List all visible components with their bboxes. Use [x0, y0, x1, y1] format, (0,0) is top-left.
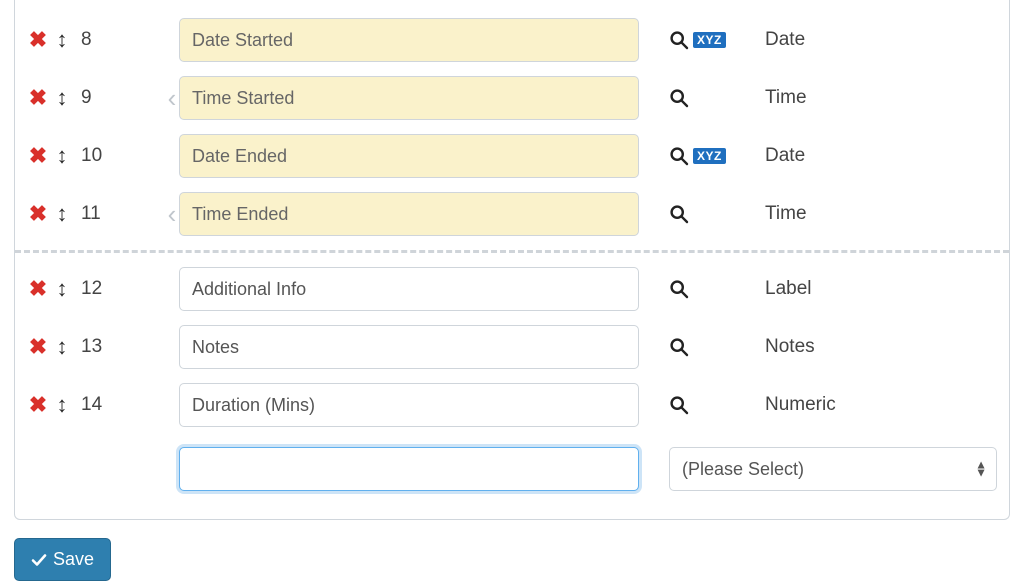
row-number: 14: [81, 394, 109, 416]
field-label-input[interactable]: [179, 325, 639, 369]
field-row: ✖↕ 12 Label: [15, 267, 1009, 311]
row-number: 8: [81, 29, 109, 51]
row-number: 12: [81, 278, 109, 300]
search-icon[interactable]: [669, 30, 689, 50]
field-type-label: Notes: [719, 336, 815, 358]
field-row: ✖↕ 14 Numeric: [15, 383, 1009, 427]
field-label-input[interactable]: [179, 383, 639, 427]
field-label-input[interactable]: [179, 18, 639, 62]
sort-handle-icon[interactable]: ↕: [53, 278, 71, 300]
delete-icon[interactable]: ✖: [27, 278, 49, 300]
delete-icon[interactable]: ✖: [27, 394, 49, 416]
row-number: 10: [81, 145, 109, 167]
sort-handle-icon[interactable]: ↕: [53, 145, 71, 167]
field-row: ✖↕8XYZDate: [15, 18, 1009, 62]
sort-handle-icon[interactable]: ↕: [53, 336, 71, 358]
save-button-label: Save: [53, 549, 94, 570]
field-label-input[interactable]: [179, 192, 639, 236]
search-icon[interactable]: [669, 395, 689, 415]
row-number: 13: [81, 336, 109, 358]
field-row: ✖↕ 9 ‹ Time: [15, 76, 1009, 120]
form-panel: ✖↕8XYZDate✖↕9‹Time✖↕10XYZDate✖↕11‹Time✖↕…: [14, 0, 1010, 520]
delete-icon[interactable]: ✖: [27, 203, 49, 225]
type-select[interactable]: (Please Select): [669, 447, 997, 491]
delete-icon[interactable]: ✖: [27, 87, 49, 109]
field-type-label: Time: [719, 87, 807, 109]
field-type-label: Time: [719, 203, 807, 225]
search-icon[interactable]: [669, 146, 689, 166]
search-icon[interactable]: [669, 204, 689, 224]
field-label-input[interactable]: [179, 134, 639, 178]
search-icon[interactable]: [669, 337, 689, 357]
row-number: 11: [81, 203, 109, 225]
sort-handle-icon[interactable]: ↕: [53, 87, 71, 109]
sort-handle-icon[interactable]: ↕: [53, 203, 71, 225]
field-type-label: Numeric: [719, 394, 836, 416]
section-separator: [15, 250, 1009, 253]
field-row: ✖↕ 11 ‹ Time: [15, 192, 1009, 236]
row-number: 9: [81, 87, 109, 109]
new-field-row: (Please Select) ▲▼: [15, 441, 1009, 491]
field-row: ✖↕ 13 Notes: [15, 325, 1009, 369]
field-label-input[interactable]: [179, 267, 639, 311]
sort-handle-icon[interactable]: ↕: [53, 394, 71, 416]
field-type-label: Date: [719, 145, 805, 167]
check-icon: [31, 552, 47, 568]
field-row: ✖↕10XYZDate: [15, 134, 1009, 178]
delete-icon[interactable]: ✖: [27, 29, 49, 51]
search-icon[interactable]: [669, 279, 689, 299]
field-type-label: Label: [719, 278, 812, 300]
caret-left-icon: ‹: [165, 201, 179, 227]
delete-icon[interactable]: ✖: [27, 145, 49, 167]
caret-left-icon: ‹: [165, 85, 179, 111]
search-icon[interactable]: [669, 88, 689, 108]
delete-icon[interactable]: ✖: [27, 336, 49, 358]
field-type-label: Date: [719, 29, 805, 51]
field-label-input[interactable]: [179, 76, 639, 120]
sort-handle-icon[interactable]: ↕: [53, 29, 71, 51]
new-field-input[interactable]: [179, 447, 639, 491]
